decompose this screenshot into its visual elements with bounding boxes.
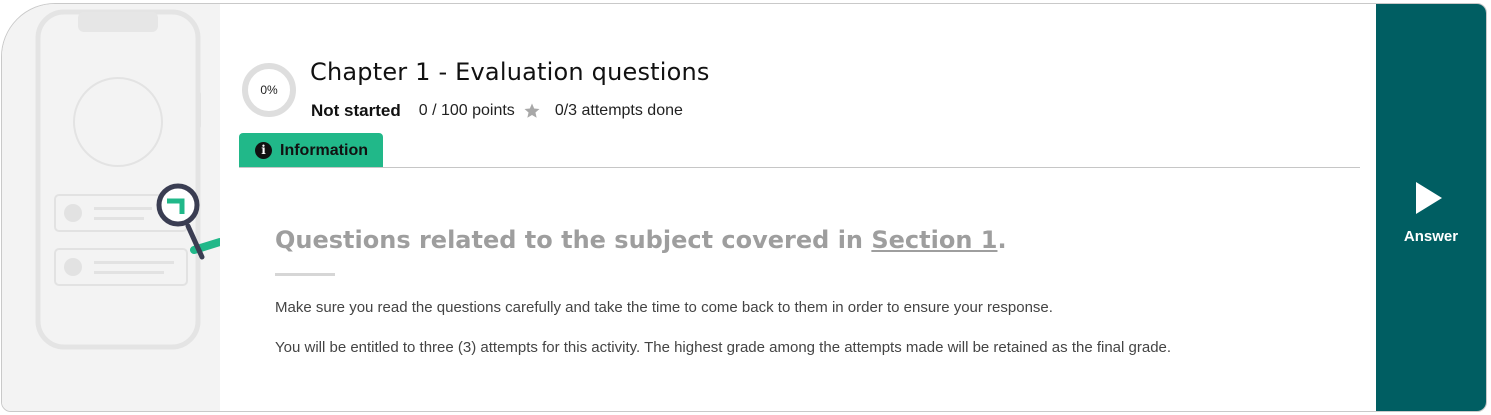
tab-label: Information — [280, 141, 368, 159]
content-heading: Questions related to the subject covered… — [275, 226, 1007, 254]
progress-percent: 0% — [260, 83, 278, 97]
info-icon: i — [255, 142, 272, 159]
progress-ring: 0% — [240, 63, 298, 121]
tab-information[interactable]: i Information — [239, 133, 383, 168]
play-icon — [1416, 182, 1442, 214]
attempts-paragraph: You will be entitled to three (3) attemp… — [275, 339, 1172, 356]
answer-button[interactable]: Answer — [1376, 4, 1486, 411]
phone-search-illustration — [2, 4, 220, 411]
activity-title: Chapter 1 - Evaluation questions — [310, 58, 710, 86]
activity-meta: Not started 0 / 100 points 0/3 attempts … — [311, 100, 683, 122]
heading-underline-rule — [275, 273, 335, 276]
section-link[interactable]: Section 1 — [871, 226, 997, 254]
heading-suffix: . — [997, 226, 1007, 254]
star-icon — [524, 103, 540, 118]
instruction-paragraph: Make sure you read the questions careful… — [275, 299, 1053, 316]
heading-text: Questions related to the subject covered… — [275, 226, 872, 254]
points-label: 0 / 100 points — [418, 102, 515, 119]
answer-label: Answer — [1403, 228, 1459, 245]
status-label: Not started — [311, 101, 401, 120]
tab-divider — [239, 167, 1360, 168]
activity-card: 0% Chapter 1 - Evaluation questions Not … — [1, 3, 1487, 412]
attempts-label: 0/3 attempts done — [554, 102, 683, 119]
